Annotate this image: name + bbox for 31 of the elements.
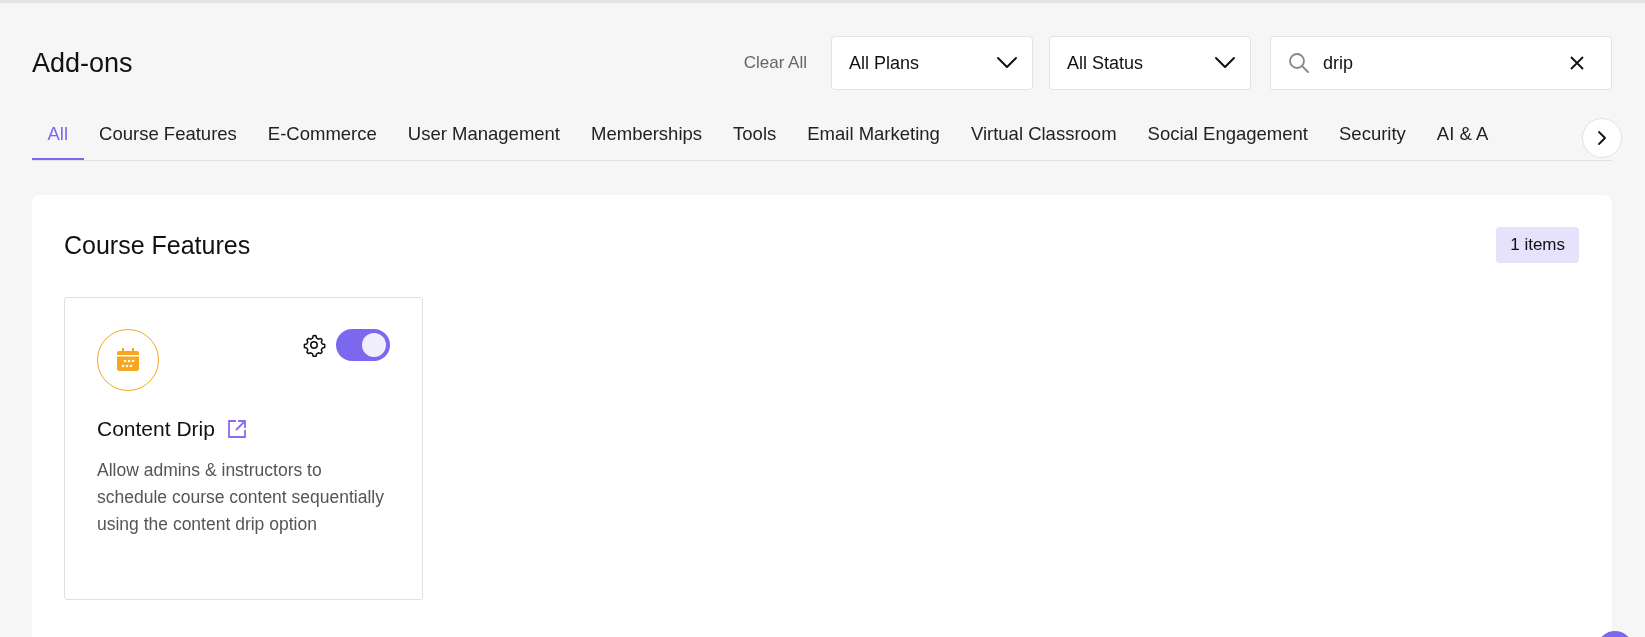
category-tab[interactable]: E-Commerce: [252, 110, 393, 160]
filter-dropdown[interactable]: All Plans: [831, 36, 1033, 90]
search-field[interactable]: drip: [1270, 36, 1612, 90]
section-title: Course Features: [64, 230, 251, 260]
category-tab[interactable]: Security: [1323, 110, 1422, 160]
category-tab[interactable]: AI & A: [1421, 110, 1504, 160]
category-tab[interactable]: Tools: [717, 110, 792, 160]
search-icon: [1288, 52, 1310, 74]
filter-dropdown[interactable]: All Status: [1049, 36, 1251, 90]
clear-all-link[interactable]: Clear All: [743, 53, 815, 73]
chevron-down-icon: [1214, 56, 1236, 70]
page-title: Add-ons: [32, 47, 133, 79]
category-tab[interactable]: User Management: [392, 110, 576, 160]
category-tab[interactable]: Virtual Classroom: [955, 110, 1133, 160]
toggle-switch[interactable]: [336, 329, 390, 361]
dropdown-value: All Status: [1067, 52, 1144, 74]
dropdown-value: All Plans: [849, 52, 920, 74]
category-tab[interactable]: Email Marketing: [791, 110, 956, 160]
external-link-icon[interactable]: [226, 419, 247, 439]
item-count-badge: 1 items: [1496, 227, 1579, 263]
addon-name: Content Drip: [97, 417, 215, 441]
addon-description: Allow admins & instructors to schedule course content sequentially using the content drip option: [97, 459, 385, 536]
scroll-right-button[interactable]: [1582, 118, 1622, 158]
settings-icon[interactable]: [302, 333, 326, 357]
close-icon[interactable]: [1570, 56, 1584, 70]
category-tab[interactable]: Course Features: [83, 110, 253, 160]
chevron-down-icon: [996, 56, 1018, 70]
category-tab[interactable]: Memberships: [575, 110, 718, 160]
category-tab[interactable]: Social Engagement: [1132, 110, 1324, 160]
category-tab[interactable]: All: [32, 110, 84, 160]
chevron-right-icon: [1597, 131, 1607, 145]
